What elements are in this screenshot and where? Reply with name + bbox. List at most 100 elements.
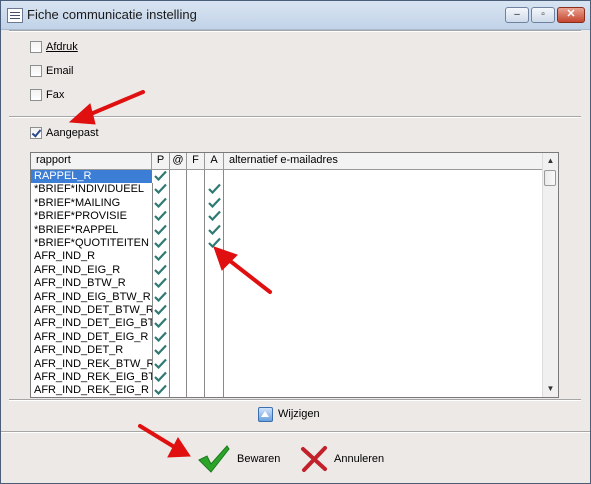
p-check-icon[interactable] xyxy=(154,224,170,237)
alt-email-cell[interactable] xyxy=(224,250,543,263)
table-row[interactable]: *BRIEF*RAPPEL xyxy=(31,224,543,237)
alt-email-cell[interactable] xyxy=(224,304,543,317)
table-row[interactable]: AFR_IND_DET_R xyxy=(31,344,543,357)
p-check-icon[interactable] xyxy=(154,197,170,210)
fax-checkbox[interactable] xyxy=(30,89,42,101)
p-check-icon[interactable] xyxy=(154,384,170,397)
option-afdruk[interactable]: Afdruk xyxy=(30,39,78,55)
p-check-icon[interactable] xyxy=(154,277,170,290)
option-fax[interactable]: Fax xyxy=(30,87,64,103)
table-row[interactable]: AFR_IND_R xyxy=(31,250,543,263)
a-check-icon[interactable] xyxy=(208,210,224,223)
maximize-button[interactable]: ▫ xyxy=(531,7,555,23)
close-button[interactable]: ✕ xyxy=(557,7,585,23)
wijzigen-button[interactable]: Wijzigen xyxy=(258,405,320,423)
p-check-icon[interactable] xyxy=(154,331,170,344)
alt-email-cell[interactable] xyxy=(224,331,543,344)
table-row[interactable]: AFR_IND_BTW_R xyxy=(31,277,543,290)
col-a[interactable]: A xyxy=(205,153,224,169)
rapport-cell[interactable]: *BRIEF*QUOTITEITEN xyxy=(31,237,152,250)
grid-scrollbar[interactable]: ▲ ▼ xyxy=(542,153,558,397)
p-check-icon[interactable] xyxy=(154,237,170,250)
rapport-grid[interactable]: rapport P @ F A alternatief e-mailadres … xyxy=(30,152,559,398)
p-check-icon[interactable] xyxy=(154,358,170,371)
cancel-button[interactable]: Annuleren xyxy=(300,442,384,476)
table-row[interactable]: RAPPEL_R xyxy=(31,170,543,184)
rapport-cell[interactable]: AFR_IND_REK_BTW_R xyxy=(31,358,152,371)
alt-email-cell[interactable] xyxy=(224,197,543,210)
alt-email-cell[interactable] xyxy=(224,237,543,250)
alt-email-cell[interactable] xyxy=(224,224,543,237)
p-check-icon[interactable] xyxy=(154,210,170,223)
a-check-icon[interactable] xyxy=(208,237,224,250)
rapport-cell[interactable]: AFR_IND_REK_EIG_BT xyxy=(31,371,152,384)
option-email[interactable]: Email xyxy=(30,63,74,79)
p-check-icon[interactable] xyxy=(154,344,170,357)
rapport-cell[interactable]: AFR_IND_R xyxy=(31,250,152,263)
alt-email-cell[interactable] xyxy=(224,384,543,397)
scroll-down-icon[interactable]: ▼ xyxy=(543,381,558,397)
p-check-icon[interactable] xyxy=(154,183,170,196)
rapport-cell[interactable]: AFR_IND_DET_R xyxy=(31,344,152,357)
alt-email-cell[interactable] xyxy=(224,183,543,196)
alt-email-cell[interactable] xyxy=(224,277,543,290)
a-check-icon[interactable] xyxy=(208,183,224,196)
rapport-cell[interactable]: AFR_IND_DET_EIG_R xyxy=(31,331,152,344)
alt-email-cell[interactable] xyxy=(224,210,543,223)
title-bar[interactable]: Fiche communicatie instelling – ▫ ✕ xyxy=(1,1,590,30)
table-row[interactable]: AFR_IND_REK_EIG_BT xyxy=(31,371,543,384)
rapport-cell[interactable]: *BRIEF*RAPPEL xyxy=(31,224,152,237)
col-rapport[interactable]: rapport xyxy=(31,153,152,169)
table-row[interactable]: AFR_IND_EIG_BTW_R xyxy=(31,291,543,304)
alt-email-cell[interactable] xyxy=(224,291,543,304)
rapport-cell[interactable]: *BRIEF*INDIVIDUEEL xyxy=(31,183,152,196)
minimize-button[interactable]: – xyxy=(505,7,529,23)
alt-email-cell[interactable] xyxy=(224,264,543,277)
option-aangepast[interactable]: Aangepast xyxy=(30,125,99,141)
grid-header: rapport P @ F A alternatief e-mailadres xyxy=(31,153,543,170)
a-check-icon[interactable] xyxy=(208,197,224,210)
col-at[interactable]: @ xyxy=(170,153,187,169)
p-check-icon[interactable] xyxy=(154,304,170,317)
rapport-cell[interactable]: AFR_IND_DET_BTW_R xyxy=(31,304,152,317)
rapport-cell[interactable]: *BRIEF*MAILING xyxy=(31,197,152,210)
table-row[interactable]: *BRIEF*INDIVIDUEEL xyxy=(31,183,543,196)
col-p[interactable]: P xyxy=(152,153,170,169)
table-row[interactable]: AFR_IND_REK_BTW_R xyxy=(31,358,543,371)
p-check-icon[interactable] xyxy=(154,371,170,384)
table-row[interactable]: AFR_IND_DET_EIG_BT xyxy=(31,317,543,330)
p-check-icon[interactable] xyxy=(154,170,170,183)
col-alt-email[interactable]: alternatief e-mailadres xyxy=(224,153,543,169)
afdruk-checkbox[interactable] xyxy=(30,41,42,53)
rapport-cell[interactable]: AFR_IND_EIG_R xyxy=(31,264,152,277)
aangepast-checkbox[interactable] xyxy=(30,127,42,139)
table-row[interactable]: *BRIEF*QUOTITEITEN xyxy=(31,237,543,250)
alt-email-cell[interactable] xyxy=(224,358,543,371)
table-row[interactable]: *BRIEF*PROVISIE xyxy=(31,210,543,223)
alt-email-cell[interactable] xyxy=(224,317,543,330)
rapport-cell[interactable]: RAPPEL_R xyxy=(31,170,152,184)
table-row[interactable]: *BRIEF*MAILING xyxy=(31,197,543,210)
table-row[interactable]: AFR_IND_DET_BTW_R xyxy=(31,304,543,317)
rapport-cell[interactable]: *BRIEF*PROVISIE xyxy=(31,210,152,223)
alt-email-cell[interactable] xyxy=(224,371,543,384)
rapport-cell[interactable]: AFR_IND_BTW_R xyxy=(31,277,152,290)
rapport-cell[interactable]: AFR_IND_REK_EIG_R xyxy=(31,384,152,397)
rapport-cell[interactable]: AFR_IND_EIG_BTW_R xyxy=(31,291,152,304)
col-f[interactable]: F xyxy=(187,153,205,169)
scroll-up-icon[interactable]: ▲ xyxy=(543,153,558,169)
a-check-icon[interactable] xyxy=(208,224,224,237)
email-checkbox[interactable] xyxy=(30,65,42,77)
p-check-icon[interactable] xyxy=(154,291,170,304)
table-row[interactable]: AFR_IND_DET_EIG_R xyxy=(31,331,543,344)
rapport-cell[interactable]: AFR_IND_DET_EIG_BT xyxy=(31,317,152,330)
alt-email-cell[interactable] xyxy=(224,170,543,184)
table-row[interactable]: AFR_IND_REK_EIG_R xyxy=(31,384,543,397)
save-button[interactable]: Bewaren xyxy=(197,442,280,476)
p-check-icon[interactable] xyxy=(154,250,170,263)
p-check-icon[interactable] xyxy=(154,317,170,330)
alt-email-cell[interactable] xyxy=(224,344,543,357)
table-row[interactable]: AFR_IND_EIG_R xyxy=(31,264,543,277)
p-check-icon[interactable] xyxy=(154,264,170,277)
scroll-thumb[interactable] xyxy=(544,170,556,186)
